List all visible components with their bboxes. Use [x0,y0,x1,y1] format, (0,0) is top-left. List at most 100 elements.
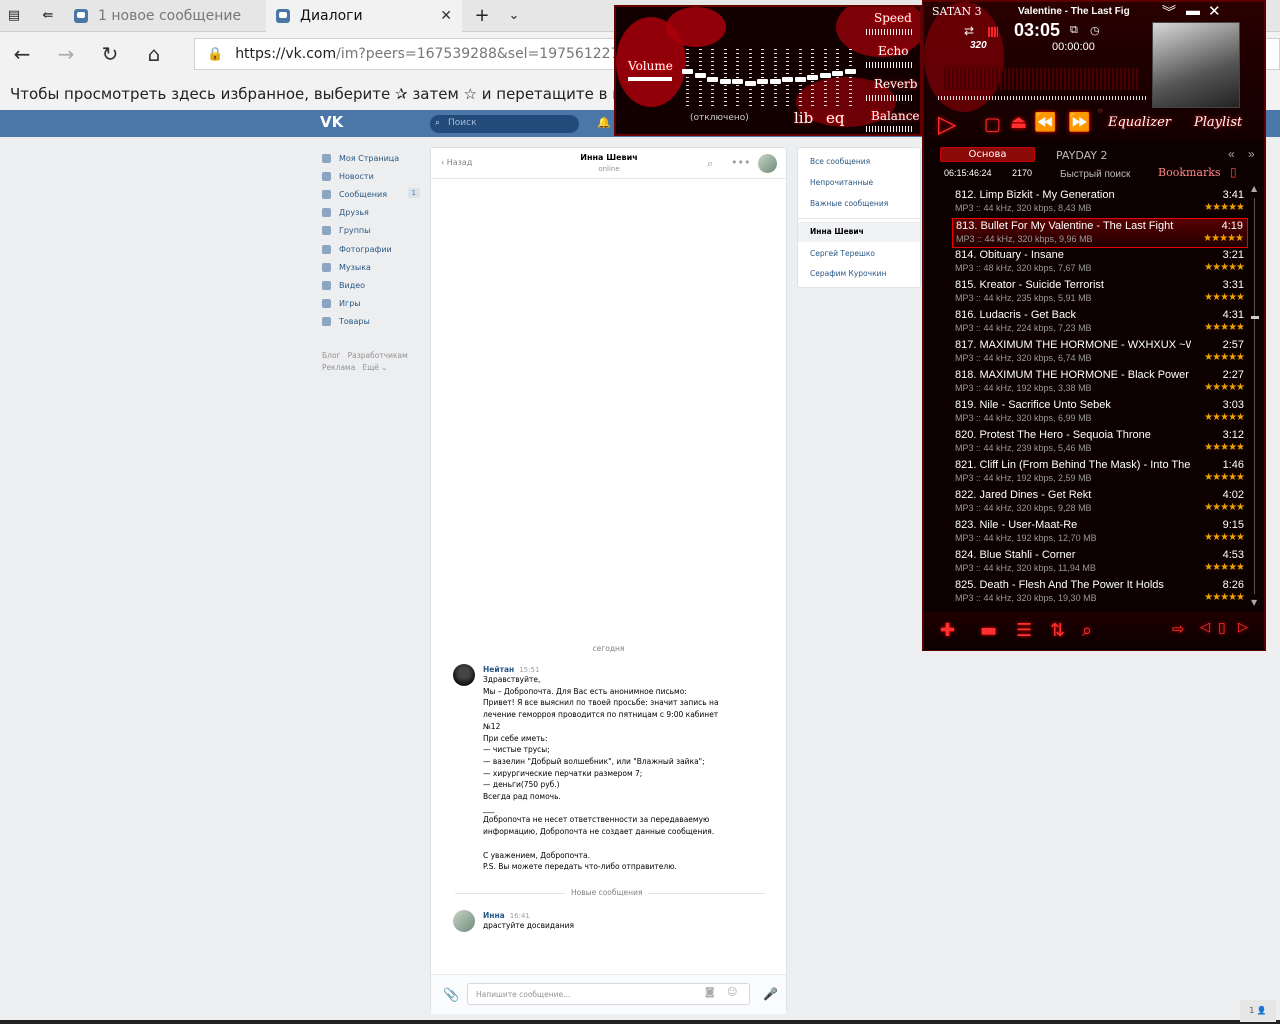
menu-item-games[interactable]: Игры [322,295,422,313]
playlist-track[interactable]: 815. Kreator - Suicide Terrorist MP3 :: 4… [952,278,1248,308]
eq-band-knob[interactable] [744,81,756,86]
avatar[interactable] [758,154,777,173]
menu-item-goods[interactable]: Товары [322,313,422,331]
minimize-icon[interactable]: ︾ [1162,2,1176,22]
bell-icon[interactable]: 🔔 [597,116,611,129]
remove-icon[interactable]: ▬ [980,620,997,641]
eq-band-knob[interactable] [807,75,818,80]
collapse-icon[interactable]: ▬ [1186,2,1200,18]
reverb-slider[interactable] [866,95,912,101]
playlist-button[interactable]: Playlist [1194,115,1242,130]
vk-logo[interactable]: VK [320,113,343,131]
play-icon[interactable]: ▷ [938,110,956,138]
paperclip-icon[interactable]: 📎 [443,988,459,1003]
eq-band-knob[interactable] [682,69,693,74]
echo-slider[interactable] [866,62,912,68]
smile-icon[interactable]: ☺ [727,987,737,998]
rating-stars[interactable]: ★★★★★ [1204,442,1245,453]
refresh-icon[interactable]: ↻ [98,44,122,64]
eq-band-knob[interactable] [832,71,843,76]
footer-link-blog[interactable]: Блог [322,351,340,360]
playlist-track[interactable]: 821. Cliff Lin (From Behind The Mask) - … [952,458,1248,488]
microphone-icon[interactable]: 🎤 [763,987,778,1001]
menu-icon[interactable]: ☰ [1016,620,1032,641]
home-icon[interactable]: ⌂ [142,44,166,64]
eq-band-knob[interactable] [707,77,718,82]
scroll-track[interactable] [1254,198,1255,594]
eq-band-knob[interactable] [782,77,793,82]
rating-stars[interactable]: ★★★★★ [1204,502,1245,513]
export-arrow-icon[interactable]: ⇨ [1172,620,1185,638]
scroll-down-icon[interactable]: ▼ [1251,598,1257,607]
eq-band-slider[interactable] [707,49,718,109]
filter-all-messages[interactable]: Все сообщения [810,157,870,166]
chat-contact-name[interactable]: Инна Шевич [571,153,647,162]
eject-icon[interactable]: ⏏ [1010,112,1027,133]
menu-item-music[interactable]: Музыка [322,258,422,276]
chevron-down-icon[interactable]: ⌄ [506,8,522,24]
rating-stars[interactable]: ★★★★★ [1204,202,1245,213]
back-link[interactable]: ‹ Назад [441,158,472,167]
eq-band-knob[interactable] [819,73,831,78]
footer-link-more[interactable]: Ещё ⌄ [362,363,387,372]
avatar[interactable] [453,664,475,686]
forward-arrow-icon[interactable]: → [54,44,78,64]
search-icon[interactable]: ⌕ [1082,620,1092,641]
clock-icon[interactable]: ◷ [1090,24,1100,37]
rating-stars[interactable]: ★★★★★ [1204,532,1245,543]
repeat-icon[interactable]: ⇄ [964,24,974,38]
bookmarks-button[interactable]: Bookmarks [1158,166,1221,179]
playlist-track[interactable]: 816. Ludacris - Get Back MP3 :: 44 kHz, 2… [952,308,1248,338]
close-tab-icon[interactable]: ✕ [440,8,452,24]
volume-slider[interactable] [628,77,672,81]
contact-inna[interactable]: Инна Шевич [798,222,920,242]
eq-band-slider[interactable] [744,49,756,109]
eq-band-slider[interactable] [719,49,731,109]
previous-icon[interactable]: ⏪ [1034,112,1056,133]
eq-band-slider[interactable] [682,49,693,109]
eq-band-knob[interactable] [694,73,706,78]
rating-stars[interactable]: ★★★★★ [1204,412,1245,423]
rating-stars[interactable]: ★★★★★ [1204,562,1245,573]
filter-important[interactable]: Важные сообщения [810,199,888,208]
more-icon[interactable]: ••• [731,156,750,169]
quick-search-input[interactable]: Быстрый поиск [1060,169,1130,180]
playlist-track[interactable]: 823. Nile - User-Maat-Re MP3 :: 44 kHz, 1… [952,518,1248,548]
eq-band-slider[interactable] [844,49,856,109]
elapsed-time[interactable]: 03:05 [1014,20,1060,41]
playlist-track[interactable]: 825. Death - Flesh And The Power It Hold… [952,578,1248,608]
eq-band-slider[interactable] [732,49,743,109]
document-icon[interactable]: ▯ [1230,165,1237,179]
balance-slider[interactable] [866,126,912,132]
menu-item-groups[interactable]: Группы [322,222,422,240]
tab-set-aside-icon[interactable]: ▤ [6,8,22,24]
eq-band-slider[interactable] [694,49,706,109]
file-icon[interactable]: ▯ [1218,620,1226,636]
playlist-track[interactable]: 812. Limp Bizkit - My Generation MP3 :: 4… [952,188,1248,218]
seek-bar[interactable] [938,96,1146,100]
playlist-track[interactable]: 814. Obituary - Insane MP3 :: 48 kHz, 320… [952,248,1248,278]
message-author[interactable]: Нейтан 15:51 [483,665,733,674]
filter-unread[interactable]: Непрочитанные [810,178,873,187]
chevron-left-icon[interactable]: « [1228,147,1235,161]
playlist-track[interactable]: 822. Jared Dines - Get Rekt MP3 :: 44 kHz… [952,488,1248,518]
chevron-right-icon[interactable]: ▷ [1238,620,1248,635]
equalizer-button[interactable]: Equalizer [1108,115,1171,130]
eq-band-slider[interactable] [757,49,768,109]
menu-item-my-page[interactable]: Моя Страница [322,149,422,167]
rating-stars[interactable]: ★★★★★ [1204,592,1245,603]
menu-item-news[interactable]: Новости [322,167,422,185]
stop-icon[interactable]: ▢ [984,114,1001,135]
close-icon[interactable]: ✕ [1208,2,1221,20]
library-button[interactable]: lib [794,109,813,127]
playlist-track[interactable]: 820. Protest The Hero - Sequoia Throne MP… [952,428,1248,458]
menu-item-friends[interactable]: Друзья [322,204,422,222]
eq-band-knob[interactable] [732,79,743,84]
playlist-track[interactable]: 819. Nile - Sacrifice Unto Sebek MP3 :: 4… [952,398,1248,428]
tab-dialogs[interactable]: Диалоги ✕ [266,0,462,32]
rating-stars[interactable]: ★★★★★ [1204,292,1245,303]
new-tab-button[interactable]: + [474,7,490,25]
contact-sergey[interactable]: Сергей Терешко [810,249,875,258]
eq-band-knob[interactable] [719,79,731,84]
rating-stars[interactable]: ★★★★★ [1203,233,1244,244]
